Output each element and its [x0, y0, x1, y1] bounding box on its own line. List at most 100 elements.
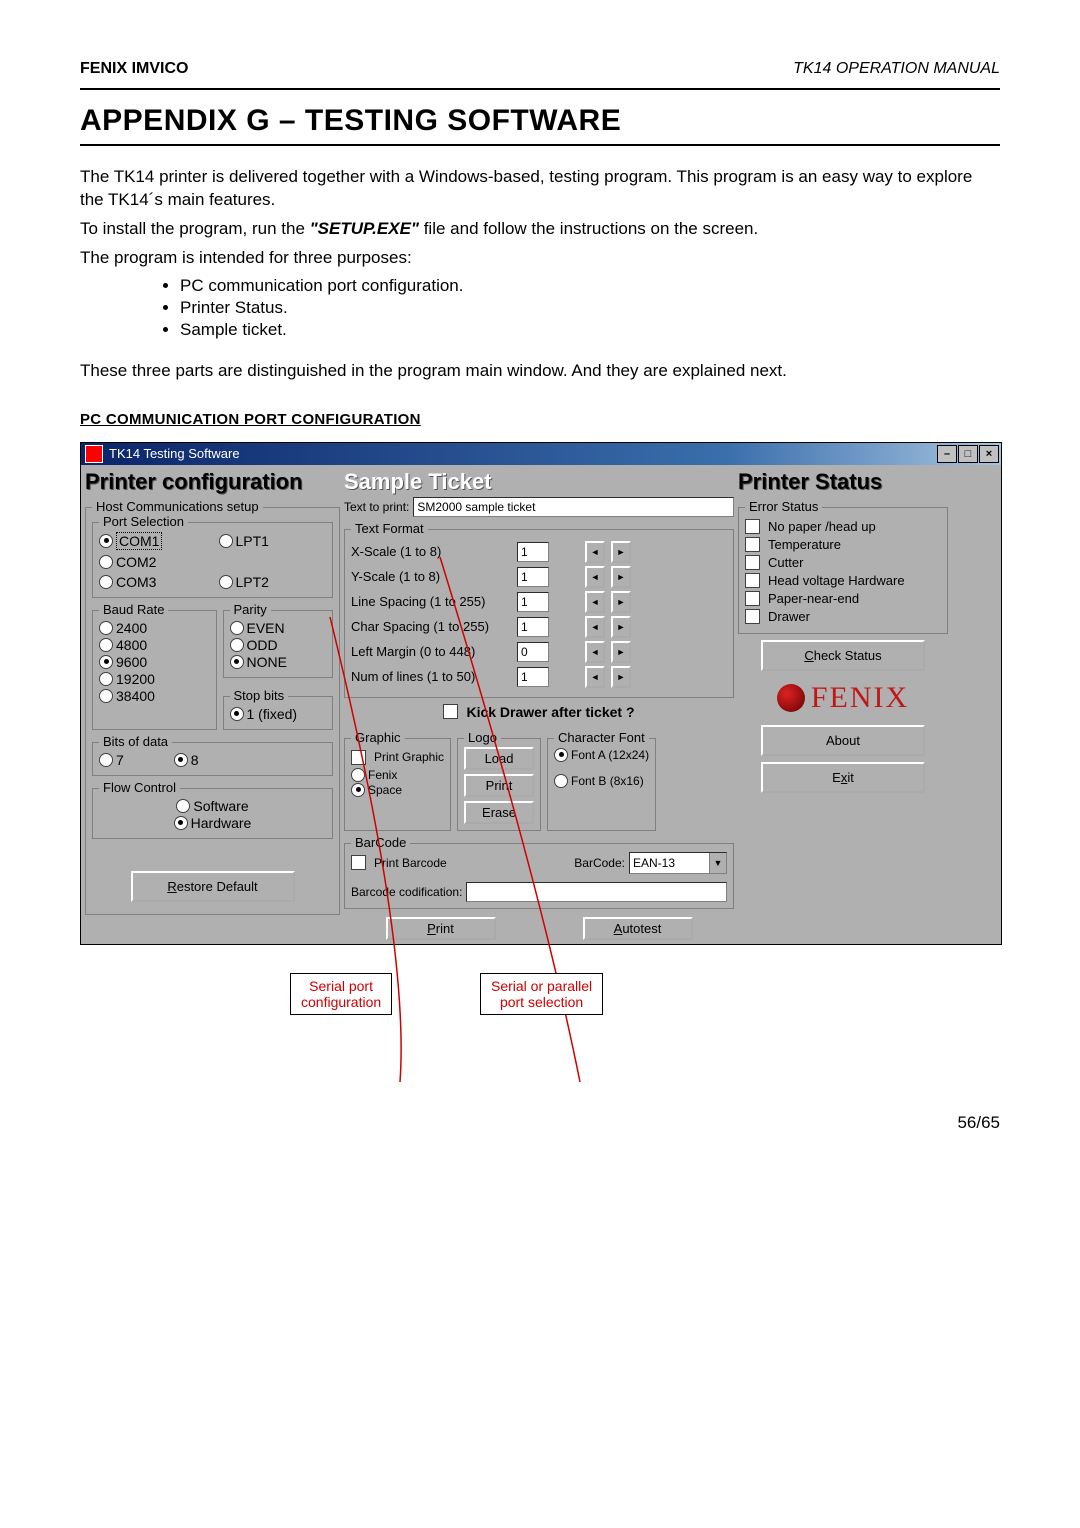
bullet-1: PC communication port configuration.	[180, 276, 1000, 296]
window-title: TK14 Testing Software	[109, 446, 936, 461]
yscale-inc[interactable]: ►	[611, 566, 631, 588]
appendix-title: APPENDIX G – TESTING SOFTWARE	[80, 104, 1000, 138]
linesp-inc[interactable]: ►	[611, 591, 631, 613]
radio-bits8[interactable]: 8	[174, 752, 199, 768]
baud-fieldset: Baud Rate 2400 4800 9600 19200 38400	[92, 610, 217, 730]
close-button[interactable]: ×	[979, 445, 999, 463]
barcode-legend: BarCode	[351, 835, 410, 850]
logo-fieldset: Logo Load Print Erase	[457, 738, 541, 831]
para2-pre: To install the program, run the	[80, 219, 310, 238]
radio-flow-soft[interactable]: Software	[99, 798, 326, 814]
exit-button[interactable]: Exit	[761, 762, 925, 793]
annot-port-selection: Serial or parallelport selection	[480, 973, 603, 1015]
bits-fieldset: Bits of data 7 8	[92, 742, 333, 776]
stopbits-fieldset: Stop bits 1 (fixed)	[223, 696, 334, 730]
fenix-logo: FENIX	[738, 681, 948, 715]
yscale-dec[interactable]: ◄	[585, 566, 605, 588]
text-to-print-label: Text to print:	[344, 500, 409, 514]
charsp-input[interactable]	[517, 617, 549, 637]
para2-post: file and follow the instructions on the …	[419, 219, 758, 238]
margin-input[interactable]	[517, 642, 549, 662]
radio-gr-space[interactable]: Space	[351, 783, 444, 797]
err-drawer: Drawer	[745, 609, 941, 624]
logo-erase-button[interactable]: Erase	[464, 801, 534, 824]
charsp-inc[interactable]: ►	[611, 616, 631, 638]
radio-stop1[interactable]: 1 (fixed)	[230, 706, 327, 722]
radio-19200[interactable]: 19200	[99, 671, 210, 687]
radio-bits7[interactable]: 7	[99, 752, 124, 768]
barcode-codif-input[interactable]	[466, 882, 727, 902]
radio-gr-fenix[interactable]: Fenix	[351, 768, 444, 782]
numlines-dec[interactable]: ◄	[585, 666, 605, 688]
print-barcode-check[interactable]: Print Barcode	[351, 855, 447, 870]
xscale-row: X-Scale (1 to 8)◄►	[351, 541, 727, 563]
barcode-type-select[interactable]: EAN-13▼	[629, 852, 727, 874]
rule-top	[80, 88, 1000, 90]
font-legend: Character Font	[554, 730, 649, 745]
barcode-fieldset: BarCode Print Barcode BarCode: EAN-13▼ B…	[344, 843, 734, 909]
text-to-print-input[interactable]	[413, 497, 734, 517]
charsp-dec[interactable]: ◄	[585, 616, 605, 638]
sample-ticket-head: Sample Ticket	[344, 469, 734, 495]
error-status-legend: Error Status	[745, 499, 822, 514]
printer-config-head: Printer configuration	[85, 469, 340, 495]
xscale-inc[interactable]: ►	[611, 541, 631, 563]
margin-dec[interactable]: ◄	[585, 641, 605, 663]
radio-com2[interactable]: COM2	[99, 554, 207, 570]
font-fieldset: Character Font Font A (12x24) Font B (8x…	[547, 738, 656, 831]
parity-fieldset: Parity EVEN ODD NONE	[223, 610, 334, 678]
host-comm-fieldset: Host Communications setup Port Selection…	[85, 507, 340, 915]
kick-drawer-check[interactable]: Kick Drawer after ticket ?	[344, 704, 734, 720]
port-selection-legend: Port Selection	[99, 514, 188, 529]
linesp-input[interactable]	[517, 592, 549, 612]
purpose-list: PC communication port configuration. Pri…	[180, 276, 1000, 340]
annot-serial-config: Serial portconfiguration	[290, 973, 392, 1015]
radio-9600[interactable]: 9600	[99, 654, 210, 670]
numlines-input[interactable]	[517, 667, 549, 687]
radio-font-b[interactable]: Font B (8x16)	[554, 774, 649, 788]
radio-2400[interactable]: 2400	[99, 620, 210, 636]
radio-odd[interactable]: ODD	[230, 637, 327, 653]
err-cutter: Cutter	[745, 555, 941, 570]
header-left: FENIX IMVICO	[80, 60, 188, 78]
barcode-codif-label: Barcode codification:	[351, 885, 462, 899]
logo-print-button[interactable]: Print	[464, 774, 534, 797]
radio-38400[interactable]: 38400	[99, 688, 210, 704]
yscale-input[interactable]	[517, 567, 549, 587]
radio-lpt1[interactable]: LPT1	[219, 532, 327, 550]
xscale-input[interactable]	[517, 542, 549, 562]
margin-inc[interactable]: ►	[611, 641, 631, 663]
port-selection-fieldset: Port Selection COM1 LPT1 COM2 COM3 LPT2	[92, 522, 333, 598]
rule-under-title	[80, 144, 1000, 146]
minimize-button[interactable]: –	[937, 445, 957, 463]
logo-load-button[interactable]: Load	[464, 747, 534, 770]
restore-default-button[interactable]: RRestore Defaultestore Default	[131, 871, 295, 902]
err-voltage: Head voltage Hardware	[745, 573, 941, 588]
print-button[interactable]: Print	[386, 917, 496, 940]
bullet-2: Printer Status.	[180, 298, 1000, 318]
radio-com1[interactable]: COM1	[99, 532, 207, 550]
para-explain: These three parts are distinguished in t…	[80, 360, 1000, 383]
error-status-fieldset: Error Status No paper /head up Temperatu…	[738, 507, 948, 634]
radio-even[interactable]: EVEN	[230, 620, 327, 636]
about-button[interactable]: About	[761, 725, 925, 756]
radio-none[interactable]: NONE	[230, 654, 327, 670]
xscale-dec[interactable]: ◄	[585, 541, 605, 563]
err-temp: Temperature	[745, 537, 941, 552]
check-status-button[interactable]: Check Status	[761, 640, 925, 671]
numlines-inc[interactable]: ►	[611, 666, 631, 688]
para-intro-1: The TK14 printer is delivered together w…	[80, 166, 1000, 212]
radio-4800[interactable]: 4800	[99, 637, 210, 653]
radio-font-a[interactable]: Font A (12x24)	[554, 748, 649, 762]
linesp-dec[interactable]: ◄	[585, 591, 605, 613]
err-nopaper: No paper /head up	[745, 519, 941, 534]
maximize-button[interactable]: □	[958, 445, 978, 463]
radio-lpt2[interactable]: LPT2	[219, 574, 327, 590]
bullet-3: Sample ticket.	[180, 320, 1000, 340]
autotest-button[interactable]: Autotest	[583, 917, 693, 940]
print-graphic-check[interactable]: Print Graphic	[351, 750, 444, 765]
para-intro-2: To install the program, run the "SETUP.E…	[80, 218, 1000, 241]
radio-flow-hard[interactable]: Hardware	[99, 815, 326, 831]
page-number: 56/65	[80, 1113, 1000, 1133]
radio-com3[interactable]: COM3	[99, 574, 207, 590]
